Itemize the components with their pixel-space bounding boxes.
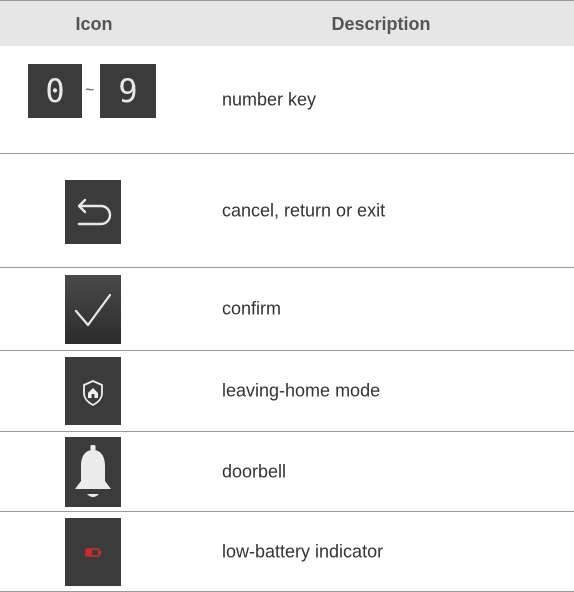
table-row: cancel, return or exit: [0, 154, 574, 268]
description-doorbell: doorbell: [222, 461, 287, 481]
table-row: low-battery indicator: [0, 512, 574, 592]
description-confirm: confirm: [222, 298, 282, 319]
return-arrow-icon: [65, 180, 121, 244]
svg-text:0: 0: [45, 72, 64, 110]
home-shield-icon: [65, 357, 121, 425]
table-header: Icon Description: [0, 0, 574, 46]
table-row: leaving-home mode: [0, 351, 574, 432]
svg-text:9: 9: [118, 72, 137, 110]
header-description-column: Description: [331, 14, 431, 34]
description-low-battery: low-battery indicator: [222, 541, 384, 561]
battery-low-icon: [65, 518, 121, 586]
description-leaving-home: leaving-home mode: [222, 380, 381, 401]
range-tilde: ~: [85, 82, 95, 99]
digit-zero-key-icon: 0: [28, 64, 82, 118]
checkmark-icon: [65, 275, 121, 344]
digit-nine-key-icon: 9: [100, 64, 156, 118]
bell-icon: [65, 437, 121, 507]
table-row: doorbell: [0, 432, 574, 512]
header-icon-column: Icon: [75, 14, 113, 34]
table-row: 0 ~ 9 number key: [0, 46, 574, 154]
table-row: confirm: [0, 268, 574, 351]
description-number-key: number key: [222, 89, 317, 109]
description-cancel: cancel, return or exit: [222, 200, 386, 220]
